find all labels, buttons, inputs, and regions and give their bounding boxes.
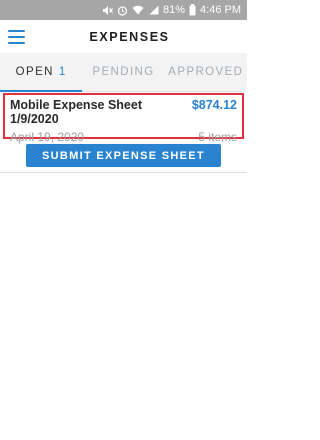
expense-sheet-date: April 19, 2020 xyxy=(10,130,85,144)
tab-open-label: OPEN xyxy=(15,66,54,78)
signal-icon xyxy=(148,4,159,16)
expense-sheet-title: Mobile Expense Sheet 1/9/2020 xyxy=(10,98,142,126)
expense-sheet-item[interactable]: Mobile Expense Sheet 1/9/2020 $874.12 Ap… xyxy=(3,93,244,144)
expense-sheet-amount: $874.12 xyxy=(191,98,237,112)
tab-pending[interactable]: PENDING xyxy=(82,53,164,91)
mute-icon xyxy=(102,4,113,16)
battery-percent: 81% xyxy=(163,4,186,16)
tab-bar: OPEN 1 PENDING APPROVED xyxy=(0,53,247,92)
page-title: EXPENSES xyxy=(89,29,170,44)
menu-icon[interactable] xyxy=(6,27,28,47)
tab-approved[interactable]: APPROVED xyxy=(165,53,247,91)
battery-icon xyxy=(189,4,196,16)
tab-pending-label: PENDING xyxy=(92,66,155,78)
tab-open[interactable]: OPEN 1 xyxy=(0,53,83,92)
status-bar: 81% 4:46 PM xyxy=(0,0,247,20)
app-header: EXPENSES xyxy=(0,20,247,53)
submit-expense-sheet-button[interactable]: SUBMIT EXPENSE SHEET xyxy=(26,144,221,167)
divider xyxy=(0,172,247,173)
expense-sheet-item-count: 5 items xyxy=(198,130,237,144)
tab-approved-label: APPROVED xyxy=(168,66,244,78)
tab-open-count: 1 xyxy=(58,66,67,78)
alarm-icon xyxy=(117,4,128,16)
wifi-icon xyxy=(132,4,144,16)
clock: 4:46 PM xyxy=(200,4,241,16)
